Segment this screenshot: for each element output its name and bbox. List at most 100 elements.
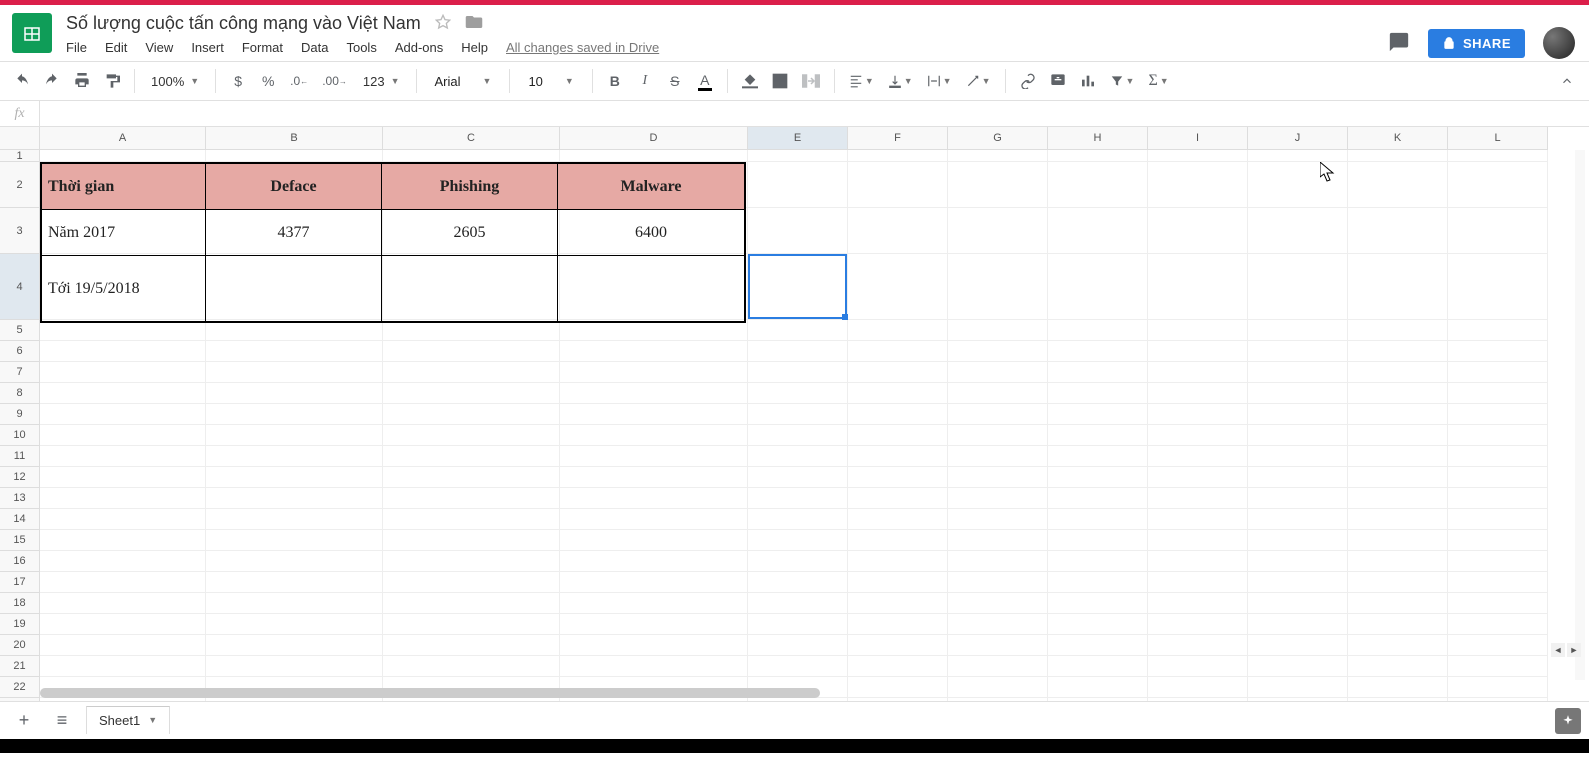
row-header-13[interactable]: 13: [0, 488, 39, 509]
account-avatar[interactable]: [1543, 27, 1575, 59]
col-header-d[interactable]: D: [560, 127, 748, 149]
increase-decimal-icon[interactable]: .00→: [318, 67, 351, 95]
row-header-8[interactable]: 8: [0, 383, 39, 404]
menu-insert[interactable]: Insert: [191, 40, 224, 55]
undo-icon[interactable]: [10, 67, 34, 95]
column-headers[interactable]: ABCDEFGHIJKL: [40, 127, 1548, 150]
menu-tools[interactable]: Tools: [346, 40, 376, 55]
table-header-deface[interactable]: Deface: [206, 164, 382, 210]
col-header-i[interactable]: I: [1148, 127, 1248, 149]
menu-format[interactable]: Format: [242, 40, 283, 55]
col-header-h[interactable]: H: [1048, 127, 1148, 149]
menu-view[interactable]: View: [145, 40, 173, 55]
explore-icon[interactable]: [1555, 708, 1581, 734]
text-rotation-icon[interactable]: ▼: [962, 67, 995, 95]
table-header-phishing[interactable]: Phishing: [382, 164, 558, 210]
cell-c4[interactable]: [382, 256, 558, 322]
cell-a4[interactable]: Tới 19/5/2018: [42, 256, 206, 322]
spreadsheet-grid[interactable]: ABCDEFGHIJKL 123456789101112131415161718…: [0, 127, 1589, 701]
col-header-j[interactable]: J: [1248, 127, 1348, 149]
bold-icon[interactable]: B: [603, 67, 627, 95]
row-header-16[interactable]: 16: [0, 551, 39, 572]
functions-icon[interactable]: Σ▼: [1144, 67, 1172, 95]
document-title[interactable]: Số lượng cuộc tấn công mạng vào Việt Nam: [66, 13, 421, 34]
col-header-k[interactable]: K: [1348, 127, 1448, 149]
row-header-12[interactable]: 12: [0, 467, 39, 488]
insert-chart-icon[interactable]: [1076, 67, 1100, 95]
cell-a3[interactable]: Năm 2017: [42, 210, 206, 256]
horizontal-align-icon[interactable]: ▼: [845, 67, 878, 95]
sheets-app-icon[interactable]: [12, 13, 52, 53]
cell-b3[interactable]: 4377: [206, 210, 382, 256]
menu-addons[interactable]: Add-ons: [395, 40, 443, 55]
menu-data[interactable]: Data: [301, 40, 328, 55]
cell-d3[interactable]: 6400: [558, 210, 745, 256]
vertical-align-icon[interactable]: ▼: [884, 67, 917, 95]
text-wrap-icon[interactable]: ▼: [923, 67, 956, 95]
scroll-right-icon[interactable]: ►: [1567, 643, 1581, 657]
insert-comment-icon[interactable]: [1046, 67, 1070, 95]
sheet-tab-menu-icon[interactable]: ▼: [148, 715, 157, 725]
table-header-time[interactable]: Thời gian: [42, 164, 206, 210]
redo-icon[interactable]: [40, 67, 64, 95]
scroll-left-icon[interactable]: ◄: [1551, 643, 1565, 657]
row-headers[interactable]: 1234567891011121314151617181920212223242…: [0, 150, 40, 701]
number-format-select[interactable]: 123▼: [357, 74, 406, 89]
row-header-19[interactable]: 19: [0, 614, 39, 635]
row-header-4[interactable]: 4: [0, 254, 39, 320]
menu-edit[interactable]: Edit: [105, 40, 127, 55]
col-header-f[interactable]: F: [848, 127, 948, 149]
filter-icon[interactable]: ▼: [1106, 67, 1139, 95]
zoom-select[interactable]: 100%▼: [145, 74, 205, 89]
borders-icon[interactable]: [768, 67, 792, 95]
insert-link-icon[interactable]: [1016, 67, 1040, 95]
comments-icon[interactable]: [1388, 31, 1410, 56]
col-header-e[interactable]: E: [748, 127, 848, 149]
move-folder-icon[interactable]: [465, 14, 483, 33]
add-sheet-icon[interactable]: +: [10, 707, 38, 735]
row-header-11[interactable]: 11: [0, 446, 39, 467]
menu-file[interactable]: File: [66, 40, 87, 55]
col-header-a[interactable]: A: [40, 127, 206, 149]
sheet-tab[interactable]: Sheet1 ▼: [86, 706, 170, 734]
col-header-g[interactable]: G: [948, 127, 1048, 149]
fx-icon[interactable]: fx: [0, 101, 40, 126]
row-header-22[interactable]: 22: [0, 677, 39, 698]
italic-icon[interactable]: I: [633, 67, 657, 95]
all-sheets-icon[interactable]: ≡: [48, 707, 76, 735]
cell-b4[interactable]: [206, 256, 382, 322]
row-header-9[interactable]: 9: [0, 404, 39, 425]
row-header-5[interactable]: 5: [0, 320, 39, 341]
horizontal-scrollbar[interactable]: [40, 688, 820, 698]
font-family-select[interactable]: Arial▼: [427, 74, 500, 89]
save-status[interactable]: All changes saved in Drive: [506, 40, 659, 55]
cell-d4[interactable]: [558, 256, 745, 322]
menu-help[interactable]: Help: [461, 40, 488, 55]
row-header-17[interactable]: 17: [0, 572, 39, 593]
font-size-select[interactable]: 10▼: [520, 74, 581, 89]
print-icon[interactable]: [70, 67, 94, 95]
fill-color-icon[interactable]: [738, 67, 762, 95]
cell-c3[interactable]: 2605: [382, 210, 558, 256]
row-header-14[interactable]: 14: [0, 509, 39, 530]
star-icon[interactable]: [435, 14, 451, 33]
col-header-c[interactable]: C: [383, 127, 560, 149]
row-header-3[interactable]: 3: [0, 208, 39, 254]
table-header-malware[interactable]: Malware: [558, 164, 745, 210]
row-header-21[interactable]: 21: [0, 656, 39, 677]
merge-cells-icon[interactable]: [798, 67, 824, 95]
row-header-7[interactable]: 7: [0, 362, 39, 383]
decrease-decimal-icon[interactable]: .0←: [286, 67, 312, 95]
col-header-b[interactable]: B: [206, 127, 383, 149]
select-all-corner[interactable]: [0, 127, 40, 150]
currency-icon[interactable]: $: [226, 67, 250, 95]
vertical-scrollbar[interactable]: [1575, 150, 1585, 680]
col-header-l[interactable]: L: [1448, 127, 1548, 149]
percent-icon[interactable]: %: [256, 67, 280, 95]
row-header-6[interactable]: 6: [0, 341, 39, 362]
row-header-10[interactable]: 10: [0, 425, 39, 446]
row-header-2[interactable]: 2: [0, 162, 39, 208]
row-header-15[interactable]: 15: [0, 530, 39, 551]
strikethrough-icon[interactable]: S: [663, 67, 687, 95]
row-header-20[interactable]: 20: [0, 635, 39, 656]
